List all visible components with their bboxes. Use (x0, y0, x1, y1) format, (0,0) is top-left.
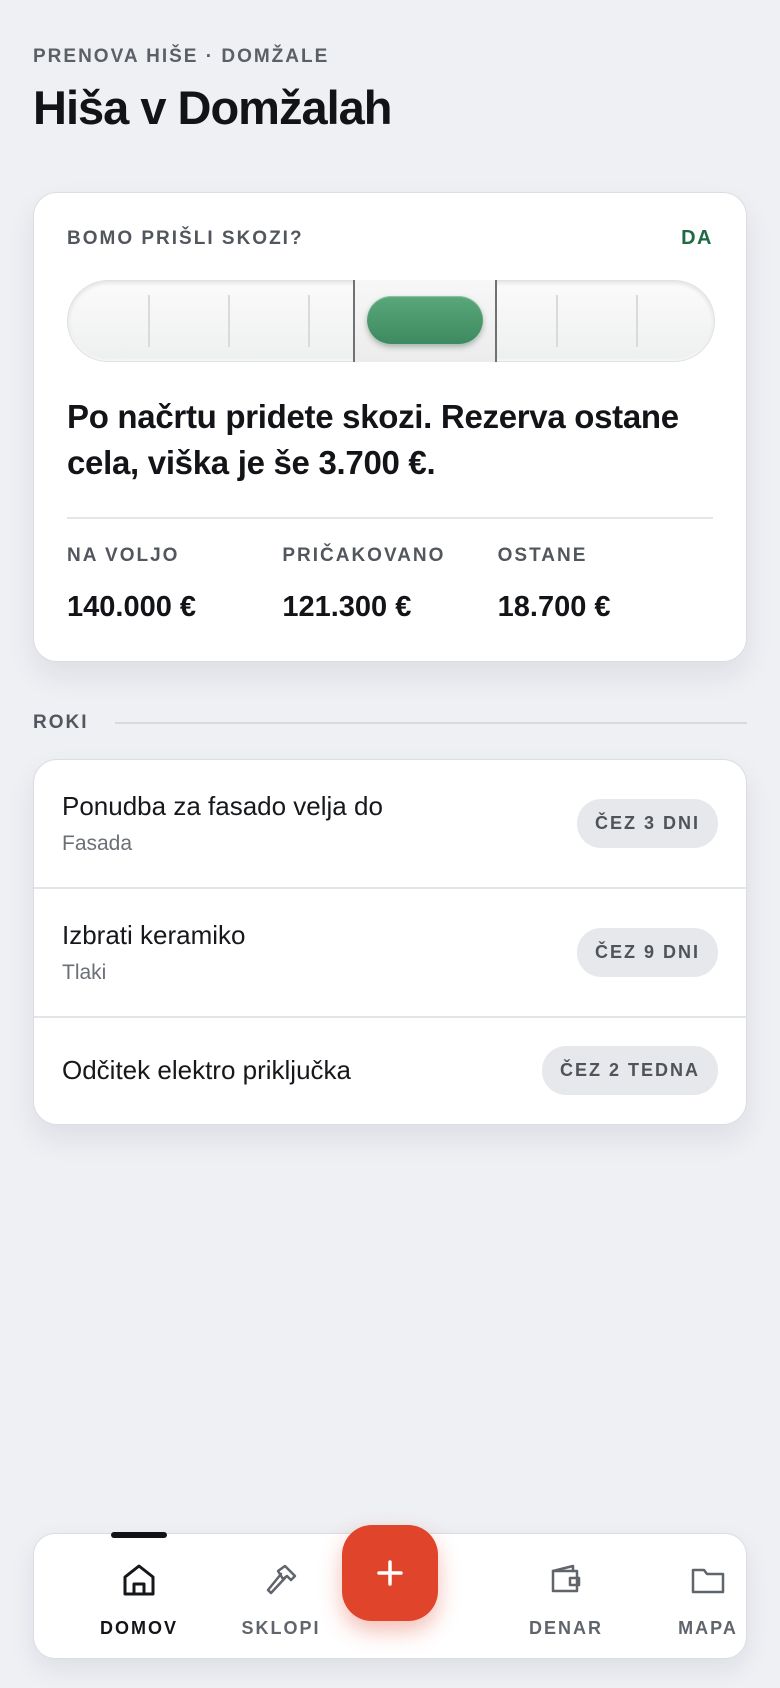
due-badge: ČEZ 9 DNI (576, 928, 718, 977)
divider (67, 517, 713, 520)
meter-tick (308, 295, 310, 347)
project-eyebrow: PRENOVA HIŠE · DOMŽALE (33, 46, 330, 67)
meter-tick (556, 295, 558, 347)
stat-available: NA VOLJO 140.000 € (67, 545, 282, 624)
deadline-item[interactable]: Izbrati keramiko Tlaki ČEZ 9 DNI (34, 889, 746, 1018)
budget-meter (67, 280, 715, 362)
tab-label: SKLOPI (241, 1618, 321, 1638)
deadlines-section-header: ROKI (33, 712, 747, 734)
stat-label: NA VOLJO (67, 545, 180, 567)
status-verdict: Po načrtu pridete skozi. Rezerva ostane … (67, 398, 679, 481)
status-header: BOMO PRIŠLI SKOZI? DA (67, 227, 713, 250)
add-button[interactable] (342, 1525, 438, 1621)
tab-mapa[interactable]: MAPA (638, 1534, 778, 1660)
budget-status-card: BOMO PRIŠLI SKOZI? DA Po načrtu pridete … (33, 192, 747, 662)
active-tab-indicator (111, 1532, 167, 1538)
deadline-text: Odčitek elektro priključka (62, 1055, 542, 1086)
deadline-item[interactable]: Odčitek elektro priključka ČEZ 2 TEDNA (34, 1018, 746, 1122)
tab-sklopi[interactable]: SKLOPI (211, 1534, 351, 1660)
page-title: Hiša v Domžalah (33, 81, 393, 134)
hammer-icon (266, 1564, 297, 1595)
stat-label: OSTANE (497, 545, 588, 567)
meter-tick (636, 295, 638, 347)
tab-label: DOMOV (99, 1618, 178, 1638)
deadline-category: Fasada (62, 832, 133, 855)
tab-domov[interactable]: DOMOV (69, 1532, 209, 1660)
meter-target-window (353, 280, 497, 362)
deadline-title: Izbrati keramiko (62, 920, 246, 950)
plus-icon (377, 1560, 403, 1586)
deadline-category: Tlaki (62, 961, 107, 984)
meter-tick (148, 295, 150, 347)
tab-label: MAPA (678, 1618, 738, 1638)
stat-value: 121.300 € (282, 591, 412, 624)
status-answer: DA (681, 227, 713, 249)
tab-label: DENAR (528, 1618, 603, 1638)
deadline-text: Izbrati keramiko Tlaki (62, 920, 577, 985)
status-question: BOMO PRIŠLI SKOZI? (67, 227, 304, 249)
meter-tick (228, 295, 230, 347)
deadline-title: Odčitek elektro priključka (62, 1054, 351, 1085)
section-divider (114, 722, 747, 724)
due-badge: ČEZ 2 TEDNA (541, 1045, 718, 1095)
tab-denar[interactable]: DENAR (496, 1534, 636, 1660)
stat-value: 140.000 € (67, 591, 197, 624)
stat-value: 18.700 € (497, 591, 611, 624)
stat-expected: PRIČAKOVANO 121.300 € (282, 545, 497, 624)
section-title: ROKI (33, 712, 89, 733)
deadline-title: Ponudba za fasado velja do (62, 791, 383, 821)
deadline-text: Ponudba za fasado velja do Fasada (62, 791, 577, 856)
meter-indicator (367, 296, 483, 344)
stat-label: PRIČAKOVANO (282, 545, 446, 567)
stat-remaining: OSTANE 18.700 € (498, 545, 713, 624)
page-header: PRENOVA HIŠE · DOMŽALE Hiša v Domžalah (33, 46, 747, 135)
deadlines-list: Ponudba za fasado velja do Fasada ČEZ 3 … (33, 759, 747, 1125)
folder-icon (691, 1568, 725, 1594)
home-icon (123, 1564, 155, 1596)
due-badge: ČEZ 3 DNI (576, 799, 718, 848)
deadline-item[interactable]: Ponudba za fasado velja do Fasada ČEZ 3 … (34, 760, 746, 889)
budget-stats: NA VOLJO 140.000 € PRIČAKOVANO 121.300 €… (67, 545, 713, 624)
wallet-icon (551, 1564, 581, 1593)
